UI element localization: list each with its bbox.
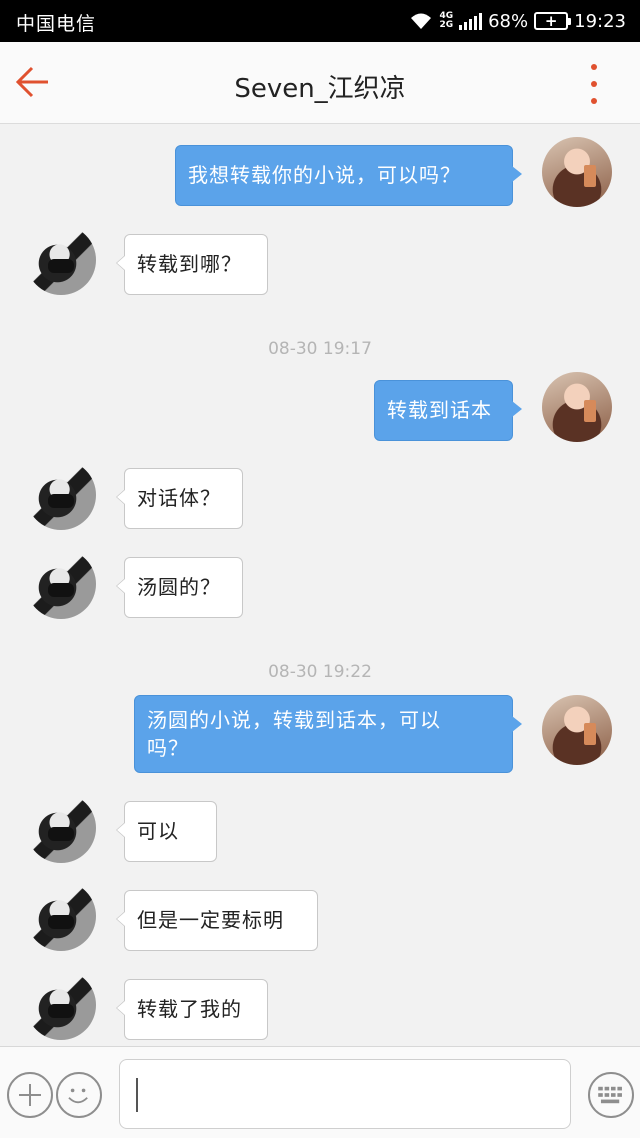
message-list[interactable]: 我想转载你的小说，可以吗？ 转载到哪？ 08-30 19:17 转载到话本 对话…	[0, 125, 640, 1045]
text-cursor	[136, 1078, 138, 1112]
message-text: 转载到话本	[387, 398, 492, 422]
message-text: 转载到哪？	[137, 252, 242, 276]
status-icons: 4G 2G 68% + 19:23	[409, 8, 626, 34]
chat-header: Seven_江织凉	[0, 42, 640, 124]
message-bubble-incoming[interactable]: 转载了我的	[116, 979, 268, 1040]
message-bubble-incoming[interactable]: 对话体？	[116, 468, 243, 529]
network-type-bottom: 2G	[439, 20, 454, 30]
plus-icon[interactable]	[7, 1072, 53, 1118]
keyboard-icon[interactable]	[588, 1072, 634, 1118]
message-bubble-incoming[interactable]: 转载到哪？	[116, 234, 268, 295]
battery-percent: 68%	[488, 10, 529, 32]
my-avatar[interactable]	[542, 372, 612, 442]
message-text: 汤圆的？	[137, 575, 221, 599]
carrier-name: 中国电信	[16, 13, 97, 35]
status-bar: 中国电信 4G 2G 68% + 19:23	[0, 0, 640, 42]
message-bubble-incoming[interactable]: 汤圆的？	[116, 557, 243, 618]
message-text: 转载了我的	[137, 997, 242, 1021]
wifi-icon	[411, 13, 432, 29]
clock: 19:23	[574, 10, 626, 32]
message-bubble-incoming[interactable]: 但是一定要标明	[116, 890, 318, 951]
timestamp: 08-30 19:17	[268, 339, 372, 359]
more-options-icon[interactable]	[588, 64, 600, 104]
contact-avatar[interactable]	[26, 793, 96, 863]
my-avatar[interactable]	[542, 137, 612, 207]
message-bubble-outgoing[interactable]: 转载到话本	[374, 380, 522, 441]
message-text-line: 汤圆的小说，转载到话本，可以	[147, 708, 441, 732]
contact-avatar[interactable]	[26, 881, 96, 951]
input-bar	[0, 1046, 640, 1138]
signal-icon	[459, 12, 483, 30]
my-avatar[interactable]	[542, 695, 612, 765]
contact-avatar[interactable]	[26, 549, 96, 619]
message-bubble-incoming[interactable]: 可以	[116, 801, 217, 862]
contact-avatar[interactable]	[26, 970, 96, 1040]
timestamp: 08-30 19:22	[268, 662, 372, 682]
message-text-line: 吗？	[147, 736, 189, 760]
message-input[interactable]	[119, 1059, 571, 1129]
message-text: 对话体？	[137, 486, 221, 510]
message-text: 可以	[137, 819, 179, 843]
message-bubble-outgoing[interactable]: 汤圆的小说，转载到话本，可以 吗？	[134, 695, 522, 773]
message-bubble-outgoing[interactable]: 我想转载你的小说，可以吗？	[175, 145, 522, 206]
contact-avatar[interactable]	[26, 460, 96, 530]
contact-avatar[interactable]	[26, 225, 96, 295]
network-type: 4G 2G	[439, 12, 453, 30]
emoji-icon[interactable]	[56, 1072, 102, 1118]
message-text: 我想转载你的小说，可以吗？	[188, 163, 461, 187]
chat-title: Seven_江织凉	[234, 74, 406, 104]
message-text: 但是一定要标明	[137, 908, 284, 932]
battery-charging-icon: +	[534, 12, 572, 30]
